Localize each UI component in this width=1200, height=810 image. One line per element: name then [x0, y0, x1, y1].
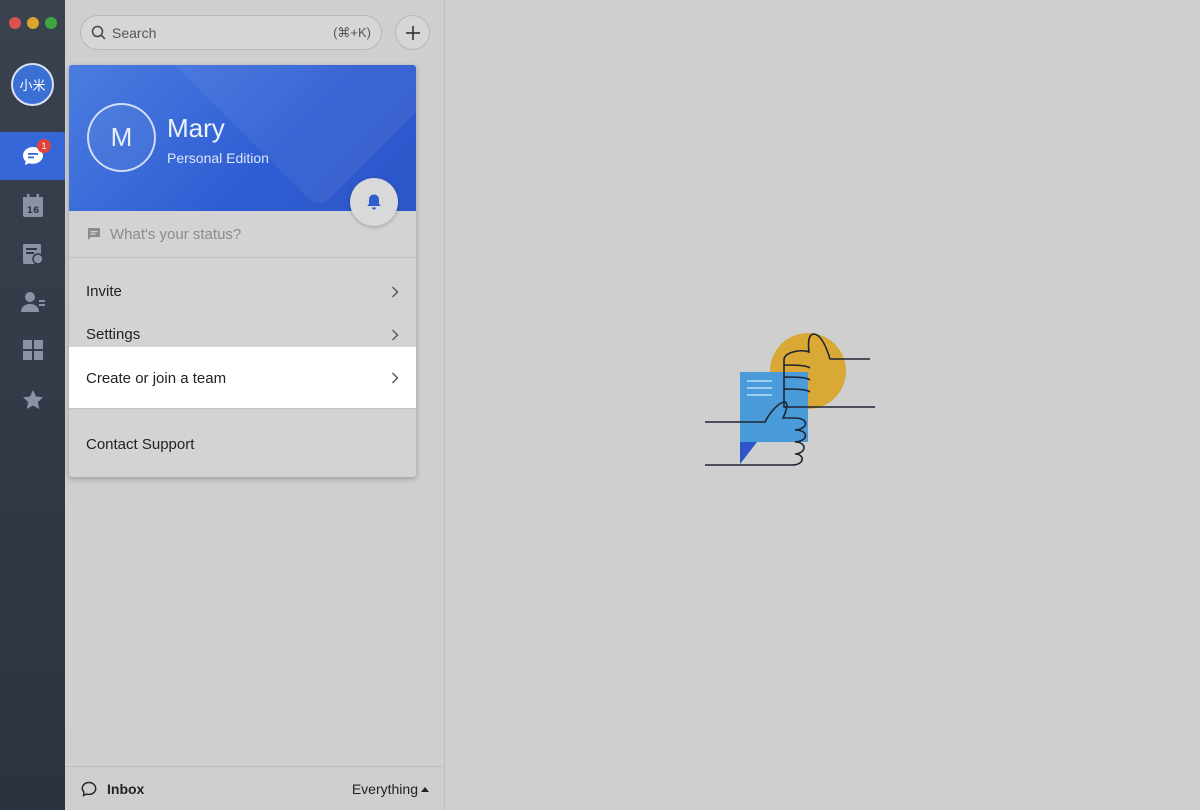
calendar-icon: 16 [22, 194, 43, 217]
menu-item-label: Invite [86, 283, 122, 300]
menu-divider [69, 408, 416, 409]
unread-badge: 1 [37, 139, 51, 153]
contacts-icon [20, 292, 45, 312]
rail-item-docs[interactable] [0, 230, 65, 278]
window-controls [9, 17, 57, 29]
profile-menu-popup: M Mary Personal Edition What's your stat… [69, 65, 416, 477]
rail-item-contacts[interactable] [0, 278, 65, 326]
left-rail: 小米 1 16 [0, 0, 65, 810]
workplace-icon [22, 340, 43, 360]
rail-item-calendar[interactable]: 16 [0, 182, 65, 230]
search-bar[interactable]: Search (⌘+K) [80, 15, 382, 50]
menu-item-label: Create or join a team [86, 369, 227, 387]
user-avatar[interactable]: 小米 [11, 63, 54, 106]
profile-avatar[interactable]: M [87, 103, 156, 172]
caret-up-icon [421, 786, 429, 792]
docs-icon [22, 244, 44, 265]
search-placeholder: Search [112, 24, 157, 41]
chevron-right-icon [392, 372, 399, 384]
plus-icon [405, 25, 420, 40]
inbox-label[interactable]: Inbox [107, 781, 144, 797]
menu-item-invite[interactable]: Invite [69, 270, 416, 313]
profile-name: Mary [167, 113, 225, 143]
rail-item-messages[interactable]: 1 [0, 132, 65, 180]
search-icon [91, 25, 106, 40]
maximize-window-button[interactable] [45, 17, 57, 29]
menu-item-contact-support[interactable]: Contact Support [69, 423, 416, 466]
minimize-window-button[interactable] [27, 17, 39, 29]
search-shortcut: (⌘+K) [333, 24, 371, 40]
bell-icon [367, 194, 381, 210]
add-button[interactable] [395, 15, 430, 50]
empty-state-illustration [705, 333, 875, 466]
illustration-document-corner [740, 442, 757, 464]
chevron-right-icon [392, 329, 399, 340]
menu-item-label: Settings [86, 326, 141, 343]
menu-item-create-team[interactable]: Create or join a team [69, 347, 416, 409]
rail-item-workplace[interactable] [0, 326, 65, 374]
star-icon [22, 390, 43, 410]
status-input[interactable]: What's your status? [69, 211, 416, 258]
chat-bubble-icon [81, 781, 97, 797]
menu-item-label: Contact Support [86, 436, 195, 453]
chevron-right-icon [392, 286, 399, 297]
profile-edition: Personal Edition [167, 150, 269, 166]
calendar-day: 16 [26, 206, 39, 216]
filter-label: Everything [351, 780, 418, 797]
close-window-button[interactable] [9, 17, 21, 29]
status-message-icon [88, 228, 100, 240]
rail-item-favorites[interactable] [0, 376, 65, 424]
status-placeholder: What's your status? [110, 225, 242, 243]
filter-dropdown[interactable]: Everything [352, 781, 429, 797]
panel-footer: Inbox Everything [65, 766, 445, 810]
